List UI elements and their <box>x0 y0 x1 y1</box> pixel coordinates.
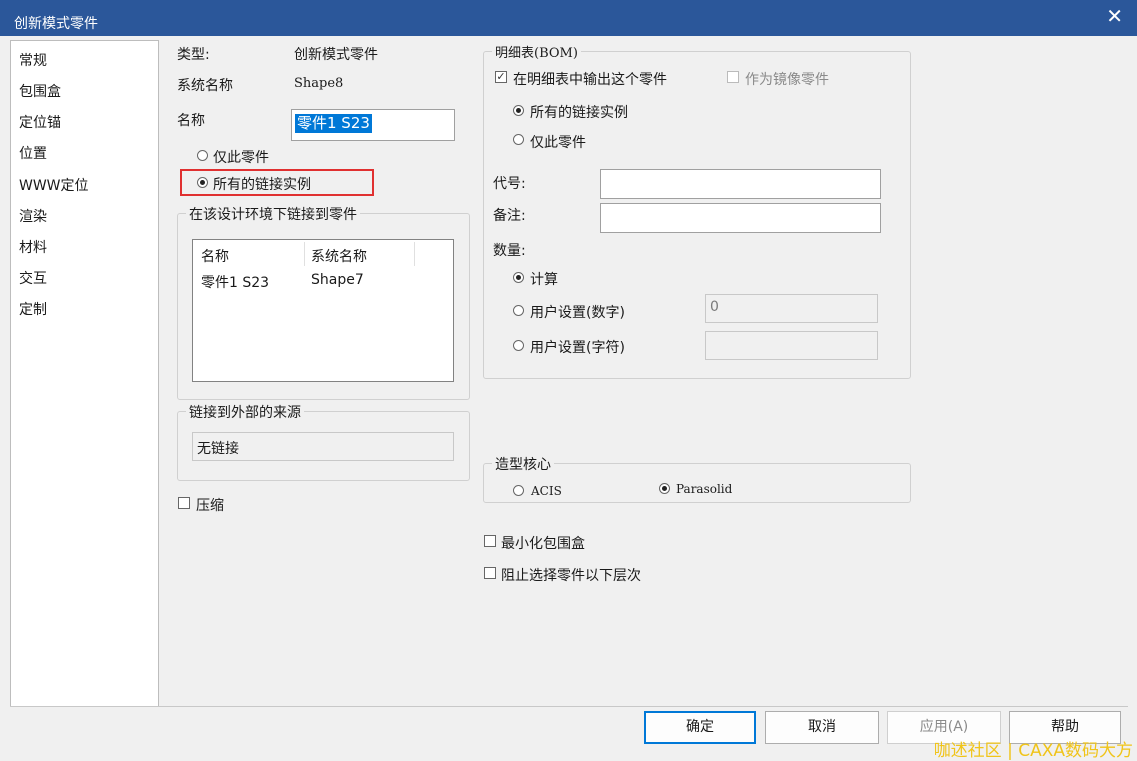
bom-output-label: 在明细表中输出这个零件 <box>513 72 667 88</box>
kernel-radio-parasolid[interactable] <box>659 483 670 494</box>
qty-radio-calculate[interactable] <box>513 272 524 283</box>
radio-only-this-part-label: 仅此零件 <box>213 150 269 166</box>
column-divider <box>414 242 415 266</box>
bom-radio-only-this-part-label: 仅此零件 <box>530 135 586 151</box>
code-label: 代号: <box>493 176 526 192</box>
qty-number-input[interactable]: 0 <box>705 294 878 323</box>
linked-row-name[interactable]: 零件1 S23 <box>201 272 269 292</box>
column-header-sysname[interactable]: 系统名称 <box>311 246 367 266</box>
kernel-radio-parasolid-label: Parasolid <box>676 482 733 496</box>
type-value: 创新模式零件 <box>294 47 378 63</box>
linked-parts-list[interactable]: 名称 系统名称 零件1 S23 Shape7 <box>192 239 454 382</box>
qty-number-value: 0 <box>710 299 719 315</box>
sysname-value: Shape8 <box>294 76 344 91</box>
sidebar-item-position[interactable]: 位置 <box>19 143 47 163</box>
highlight-box <box>180 169 374 196</box>
mirror-part-checkbox[interactable] <box>727 71 739 83</box>
external-source-group-title: 链接到外部的来源 <box>186 402 304 422</box>
kernel-radio-acis[interactable] <box>513 485 524 496</box>
bom-radio-all-link-instances[interactable] <box>513 105 524 116</box>
external-source-value: 无链接 <box>197 441 239 457</box>
sidebar-nav: 常规 包围盒 定位锚 位置 WWW定位 渲染 材料 交互 定制 <box>10 40 159 707</box>
compress-checkbox[interactable] <box>178 497 190 509</box>
qty-string-input[interactable] <box>705 331 878 360</box>
watermark: 咖述社区 | CAXA数码大方 <box>933 741 1133 761</box>
kernel-group-title: 造型核心 <box>492 454 554 474</box>
block-select-label: 阻止选择零件以下层次 <box>501 568 641 584</box>
bom-group-title: 明细表(BOM) <box>492 42 581 61</box>
name-label: 名称 <box>177 113 205 129</box>
column-header-name[interactable]: 名称 <box>201 246 229 266</box>
sidebar-item-interaction[interactable]: 交互 <box>19 268 47 288</box>
name-input[interactable]: 零件1 S23 <box>291 109 455 141</box>
compress-label: 压缩 <box>196 498 224 514</box>
remark-label: 备注: <box>493 208 526 224</box>
sysname-label: 系统名称 <box>177 78 233 94</box>
sidebar-item-render[interactable]: 渲染 <box>19 206 47 226</box>
dialog-body: 常规 包围盒 定位锚 位置 WWW定位 渲染 材料 交互 定制 类型: 创新模式… <box>0 36 1137 761</box>
min-bbox-checkbox[interactable] <box>484 535 496 547</box>
type-label: 类型: <box>177 47 210 63</box>
linked-parts-group-title: 在该设计环境下链接到零件 <box>186 204 360 224</box>
ok-button[interactable]: 确定 <box>644 711 756 744</box>
sidebar-item-anchor[interactable]: 定位锚 <box>19 112 61 132</box>
sidebar-item-www-position[interactable]: WWW定位 <box>19 175 89 195</box>
qty-radio-user-string-label: 用户设置(字符) <box>530 340 625 356</box>
sidebar-item-bounding-box[interactable]: 包围盒 <box>19 81 61 101</box>
qty-radio-user-string[interactable] <box>513 340 524 351</box>
sidebar-item-material[interactable]: 材料 <box>19 237 47 257</box>
cancel-button[interactable]: 取消 <box>765 711 879 744</box>
sidebar-item-custom[interactable]: 定制 <box>19 299 47 319</box>
linked-parts-group: 在该设计环境下链接到零件 名称 系统名称 零件1 S23 Shape7 <box>177 204 470 400</box>
qty-radio-calculate-label: 计算 <box>530 272 558 288</box>
block-select-checkbox[interactable] <box>484 567 496 579</box>
name-input-value: 零件1 S23 <box>295 114 372 133</box>
min-bbox-label: 最小化包围盒 <box>501 536 585 552</box>
footer-separator <box>10 706 1128 707</box>
kernel-radio-acis-label: ACIS <box>531 484 562 498</box>
external-source-field: 无链接 <box>192 432 454 461</box>
qty-radio-user-number-label: 用户设置(数字) <box>530 305 625 321</box>
close-icon[interactable]: ✕ <box>1106 4 1123 28</box>
bom-output-checkbox[interactable]: ✓ <box>495 71 507 83</box>
external-source-group: 链接到外部的来源 无链接 <box>177 402 470 481</box>
window-title: 创新模式零件 <box>14 16 98 32</box>
code-input[interactable] <box>600 169 881 199</box>
mirror-part-label: 作为镜像零件 <box>745 72 829 88</box>
radio-only-this-part[interactable] <box>197 150 208 161</box>
sidebar-item-general[interactable]: 常规 <box>19 50 47 70</box>
remark-input[interactable] <box>600 203 881 233</box>
quantity-label: 数量: <box>493 243 526 259</box>
qty-radio-user-number[interactable] <box>513 305 524 316</box>
title-bar: 创新模式零件 ✕ <box>0 0 1137 36</box>
bom-radio-all-link-instances-label: 所有的链接实例 <box>530 105 628 121</box>
bom-radio-only-this-part[interactable] <box>513 134 524 145</box>
linked-row-sysname[interactable]: Shape7 <box>311 272 364 288</box>
column-divider <box>304 242 305 266</box>
